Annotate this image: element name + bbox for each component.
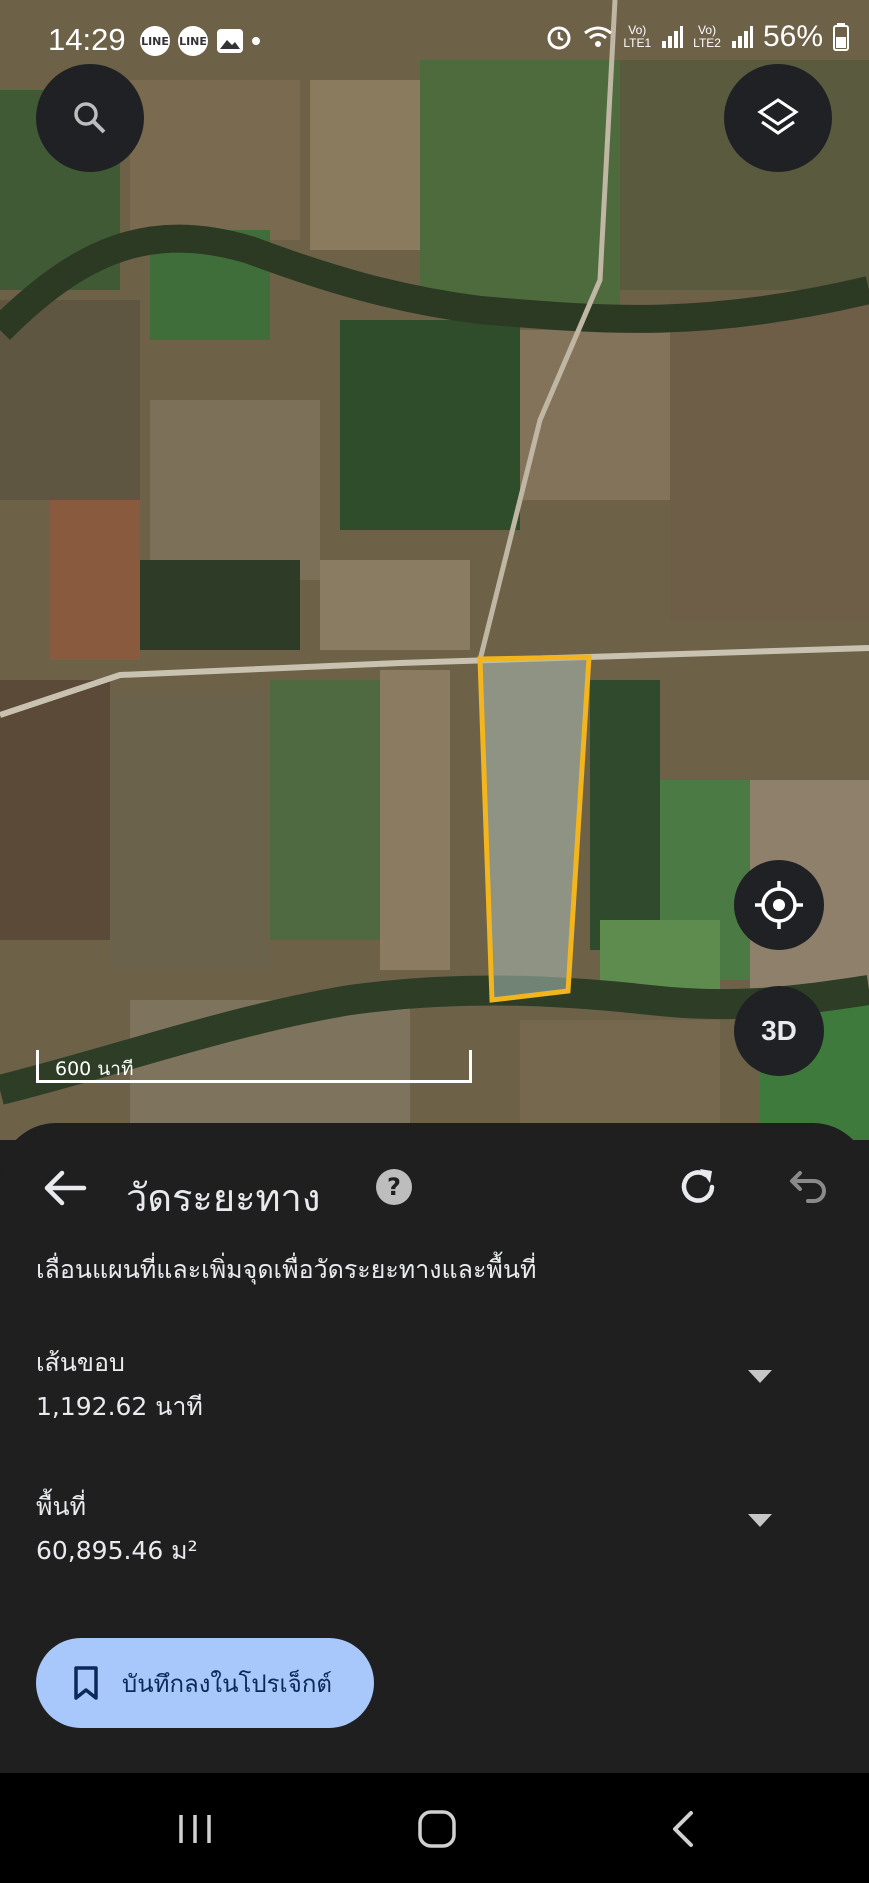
- measure-distance-panel: วัดระยะทาง ? เลื่อนแผนที่และเพิ่มจุดเพื่…: [0, 1123, 869, 1773]
- wifi-icon: [584, 26, 613, 47]
- my-location-button[interactable]: [734, 860, 824, 950]
- recents-icon: [179, 1815, 211, 1843]
- panel-title: วัดระยะทาง: [126, 1176, 321, 1220]
- back-arrow-icon[interactable]: [40, 1163, 90, 1213]
- battery-percent: 56%: [762, 20, 823, 53]
- measured-area-polygon: [477, 654, 592, 1003]
- search-icon: [74, 102, 106, 134]
- nav-back-button[interactable]: [652, 1801, 712, 1857]
- more-notifications-dot: [252, 37, 260, 45]
- layers-icon: [757, 98, 799, 135]
- help-button[interactable]: ?: [376, 1169, 412, 1205]
- view-3d-button[interactable]: 3D: [734, 986, 824, 1076]
- save-to-project-button[interactable]: บันทึกลงในโปรเจ็กต์: [36, 1638, 374, 1728]
- line-app-icon: LINE: [140, 26, 170, 56]
- status-right: Vo) LTE1 Vo) LTE2 56%: [545, 20, 849, 54]
- home-button[interactable]: [407, 1801, 467, 1857]
- undo-icon[interactable]: [782, 1165, 828, 1211]
- line-app-icon: LINE: [178, 26, 208, 56]
- status-bar: 14:29 LINE LINE Vo) LTE1 Vo) LTE2 56%: [0, 0, 869, 80]
- gallery-icon: [217, 29, 243, 53]
- notification-icons: LINE LINE: [140, 26, 260, 56]
- scale-label: 600 นาที: [55, 1058, 134, 1080]
- perimeter-value: 1,192.62 นาที: [36, 1392, 203, 1421]
- layers-button[interactable]: [724, 64, 832, 172]
- perimeter-label: เส้นขอบ: [36, 1348, 125, 1377]
- signal-icon: [662, 26, 684, 48]
- sim1-indicator: Vo) LTE1: [623, 23, 652, 50]
- signal-icon: [731, 26, 753, 48]
- save-button-label: บันทึกลงในโปรเจ็กต์: [122, 1669, 332, 1698]
- instruction-text: เลื่อนแผนที่และเพิ่มจุดเพื่อวัดระยะทางแล…: [36, 1255, 537, 1284]
- back-icon: [673, 1811, 693, 1847]
- status-time: 14:29: [48, 22, 126, 57]
- system-navigation-bar: [0, 1773, 869, 1883]
- bookmark-icon: [74, 1666, 98, 1700]
- alarm-icon: [547, 26, 571, 50]
- map-scale-bar: 600 นาที: [36, 1050, 472, 1083]
- sim2-indicator: Vo) LTE2: [693, 23, 721, 50]
- search-button[interactable]: [36, 64, 144, 172]
- home-icon: [418, 1810, 456, 1848]
- refresh-icon[interactable]: [674, 1163, 722, 1211]
- satellite-imagery: [0, 0, 869, 1140]
- satellite-map[interactable]: [0, 0, 869, 1140]
- recents-button[interactable]: [165, 1801, 225, 1857]
- battery-icon: [833, 23, 849, 51]
- my-location-icon: [755, 881, 803, 929]
- perimeter-unit-dropdown[interactable]: [748, 1370, 772, 1383]
- area-label: พื้นที่: [36, 1492, 87, 1521]
- area-unit-dropdown[interactable]: [748, 1514, 772, 1527]
- area-value: 60,895.46 ม²: [36, 1536, 198, 1565]
